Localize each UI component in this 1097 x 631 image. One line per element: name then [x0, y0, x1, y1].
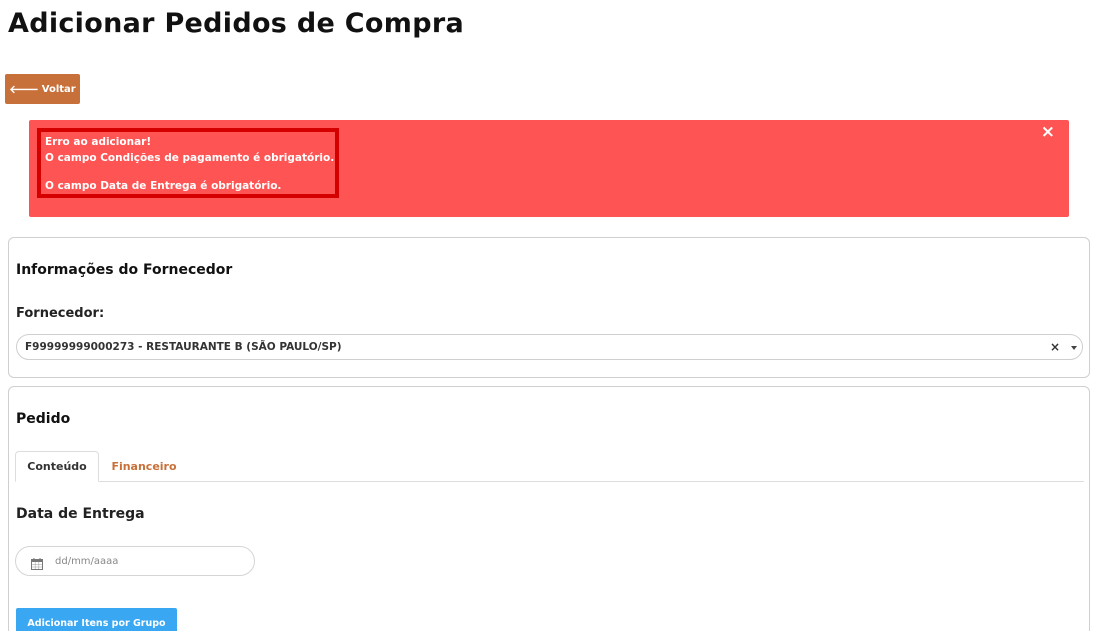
supplier-card: Informações do Fornecedor Fornecedor: F9…	[8, 237, 1090, 378]
chevron-down-icon[interactable]	[1071, 346, 1077, 350]
error-alert: Erro ao adicionar! O campo Condições de …	[29, 120, 1069, 217]
supplier-section-title: Informações do Fornecedor	[16, 262, 233, 278]
alert-title: Erro ao adicionar!	[45, 136, 152, 148]
tab-conteudo[interactable]: Conteúdo	[15, 451, 99, 482]
order-tabs: Conteúdo Financeiro	[15, 451, 1084, 482]
delivery-date-label: Data de Entrega	[16, 506, 145, 522]
alert-line-payment: O campo Condições de pagamento é obrigat…	[45, 152, 335, 164]
arrow-left-icon: 🡐	[9, 82, 39, 96]
back-button-label: Voltar	[41, 83, 76, 95]
supplier-selected-value: F99999999000273 - RESTAURANTE B (SÃO PAU…	[25, 341, 342, 353]
delivery-date-field[interactable]	[15, 546, 255, 576]
supplier-field-label: Fornecedor:	[16, 306, 105, 321]
delivery-date-input[interactable]	[53, 554, 237, 568]
clear-icon[interactable]: ×	[1050, 340, 1060, 354]
page: Adicionar Pedidos de Compra 🡐 Voltar Err…	[0, 0, 1097, 631]
supplier-select[interactable]: F99999999000273 - RESTAURANTE B (SÃO PAU…	[16, 334, 1083, 360]
alert-line-delivery: O campo Data de Entrega é obrigatório.	[45, 180, 282, 192]
order-card: Pedido Conteúdo Financeiro Data de Entre…	[8, 386, 1090, 631]
calendar-icon	[31, 555, 43, 570]
back-button[interactable]: 🡐 Voltar	[5, 74, 80, 104]
tab-financeiro[interactable]: Financeiro	[109, 451, 179, 482]
add-items-by-group-button[interactable]: Adicionar Itens por Grupo	[16, 608, 177, 631]
order-section-title: Pedido	[16, 411, 71, 427]
close-icon[interactable]: ×	[1041, 123, 1055, 141]
page-title: Adicionar Pedidos de Compra	[8, 8, 464, 39]
alert-message: Erro ao adicionar! O campo Condições de …	[45, 134, 334, 194]
